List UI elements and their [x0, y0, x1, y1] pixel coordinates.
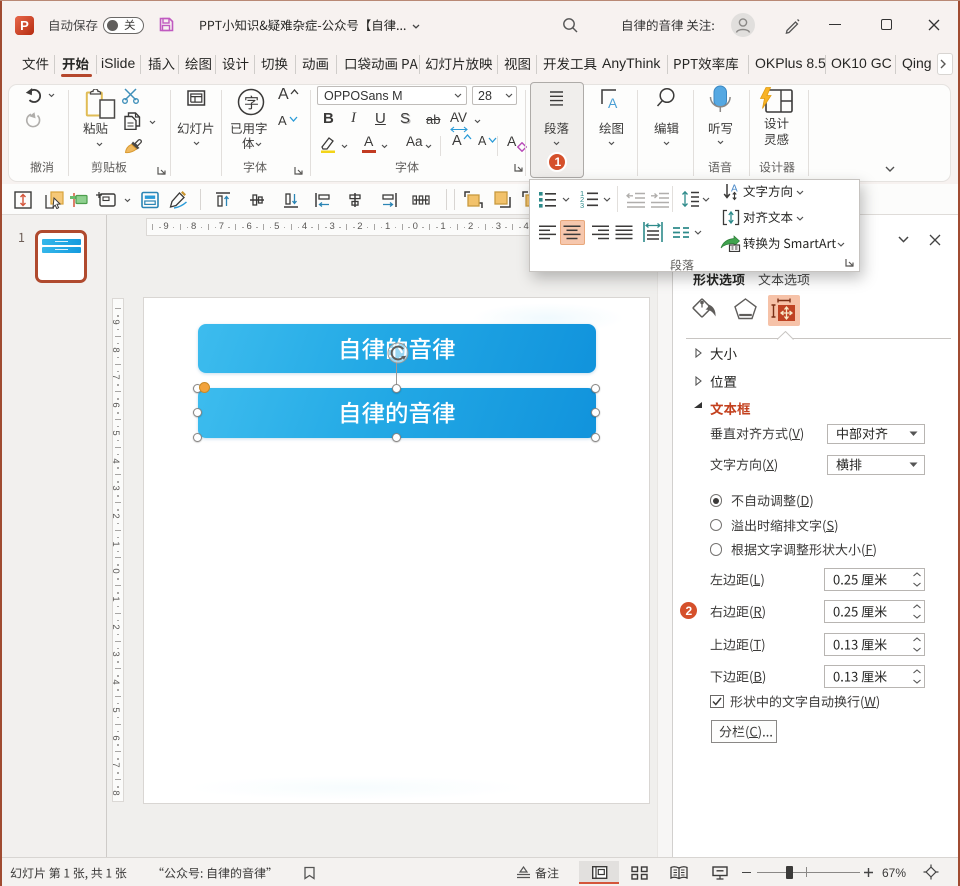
svg-text:P: P: [20, 18, 29, 33]
svg-text:3: 3: [580, 201, 584, 208]
svg-text:A: A: [608, 95, 618, 110]
